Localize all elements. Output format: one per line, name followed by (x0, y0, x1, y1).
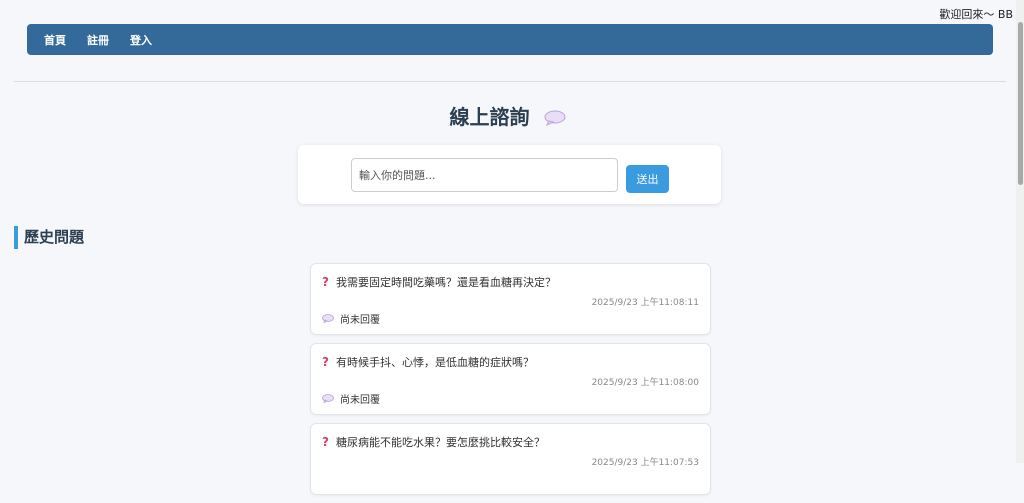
navbar: 首頁 註冊 登入 (27, 24, 993, 55)
question-input[interactable] (351, 158, 618, 192)
history-answer-row: 尚未回覆 (322, 391, 380, 406)
history-item: ? 有時候手抖、心悸，是低血糖的症狀嗎？ 2025/9/23 上午11:08:0… (310, 343, 711, 415)
history-timestamp: 2025/9/23 上午11:08:00 (591, 378, 699, 388)
history-question-text: 我需要固定時間吃藥嗎？還是看血糖再決定？ (335, 276, 556, 289)
question-form: 送出 (298, 145, 721, 204)
question-mark-icon: ? (322, 355, 329, 369)
header-divider (14, 81, 1006, 82)
history-list: ? 我需要固定時間吃藥嗎？還是看血糖再決定？ 2025/9/23 上午11:08… (310, 263, 711, 503)
history-answer-text: 尚未回覆 (340, 395, 380, 406)
question-mark-icon: ? (322, 275, 329, 289)
nav-register-link[interactable]: 註冊 (87, 32, 109, 48)
history-question-row: ? 有時候手抖、心悸，是低血糖的症狀嗎？ (322, 354, 534, 370)
history-question-text: 有時候手抖、心悸，是低血糖的症狀嗎？ (335, 356, 534, 369)
history-timestamp: 2025/9/23 上午11:08:11 (591, 298, 699, 308)
history-section-title: 歷史問題 (14, 226, 84, 249)
submit-button[interactable]: 送出 (626, 165, 669, 193)
history-question-row: ? 糖尿病能不能吃水果？要怎麼挑比較安全？ (322, 434, 545, 450)
page-title: 線上諮詢 (449, 105, 530, 129)
speech-bubble-icon (322, 314, 334, 323)
page-title-container: 線上諮詢 (0, 101, 1016, 131)
page-scrollbar[interactable] (1016, 0, 1024, 463)
speech-bubble-icon (544, 107, 566, 131)
history-item: ? 我需要固定時間吃藥嗎？還是看血糖再決定？ 2025/9/23 上午11:08… (310, 263, 711, 335)
history-item: ? 糖尿病能不能吃水果？要怎麼挑比較安全？ 2025/9/23 上午11:07:… (310, 423, 711, 495)
scrollbar-thumb[interactable] (1018, 22, 1023, 185)
history-answer-text: 尚未回覆 (340, 315, 380, 326)
speech-bubble-icon (322, 394, 334, 403)
nav-home-link[interactable]: 首頁 (44, 32, 66, 48)
nav-login-link[interactable]: 登入 (130, 32, 152, 48)
history-answer-row: 尚未回覆 (322, 311, 380, 326)
history-question-text: 糖尿病能不能吃水果？要怎麼挑比較安全？ (335, 436, 545, 449)
question-mark-icon: ? (322, 435, 329, 449)
welcome-message: 歡迎回來～ BB (939, 8, 1013, 21)
history-timestamp: 2025/9/23 上午11:07:53 (591, 458, 699, 468)
history-question-row: ? 我需要固定時間吃藥嗎？還是看血糖再決定？ (322, 274, 556, 290)
